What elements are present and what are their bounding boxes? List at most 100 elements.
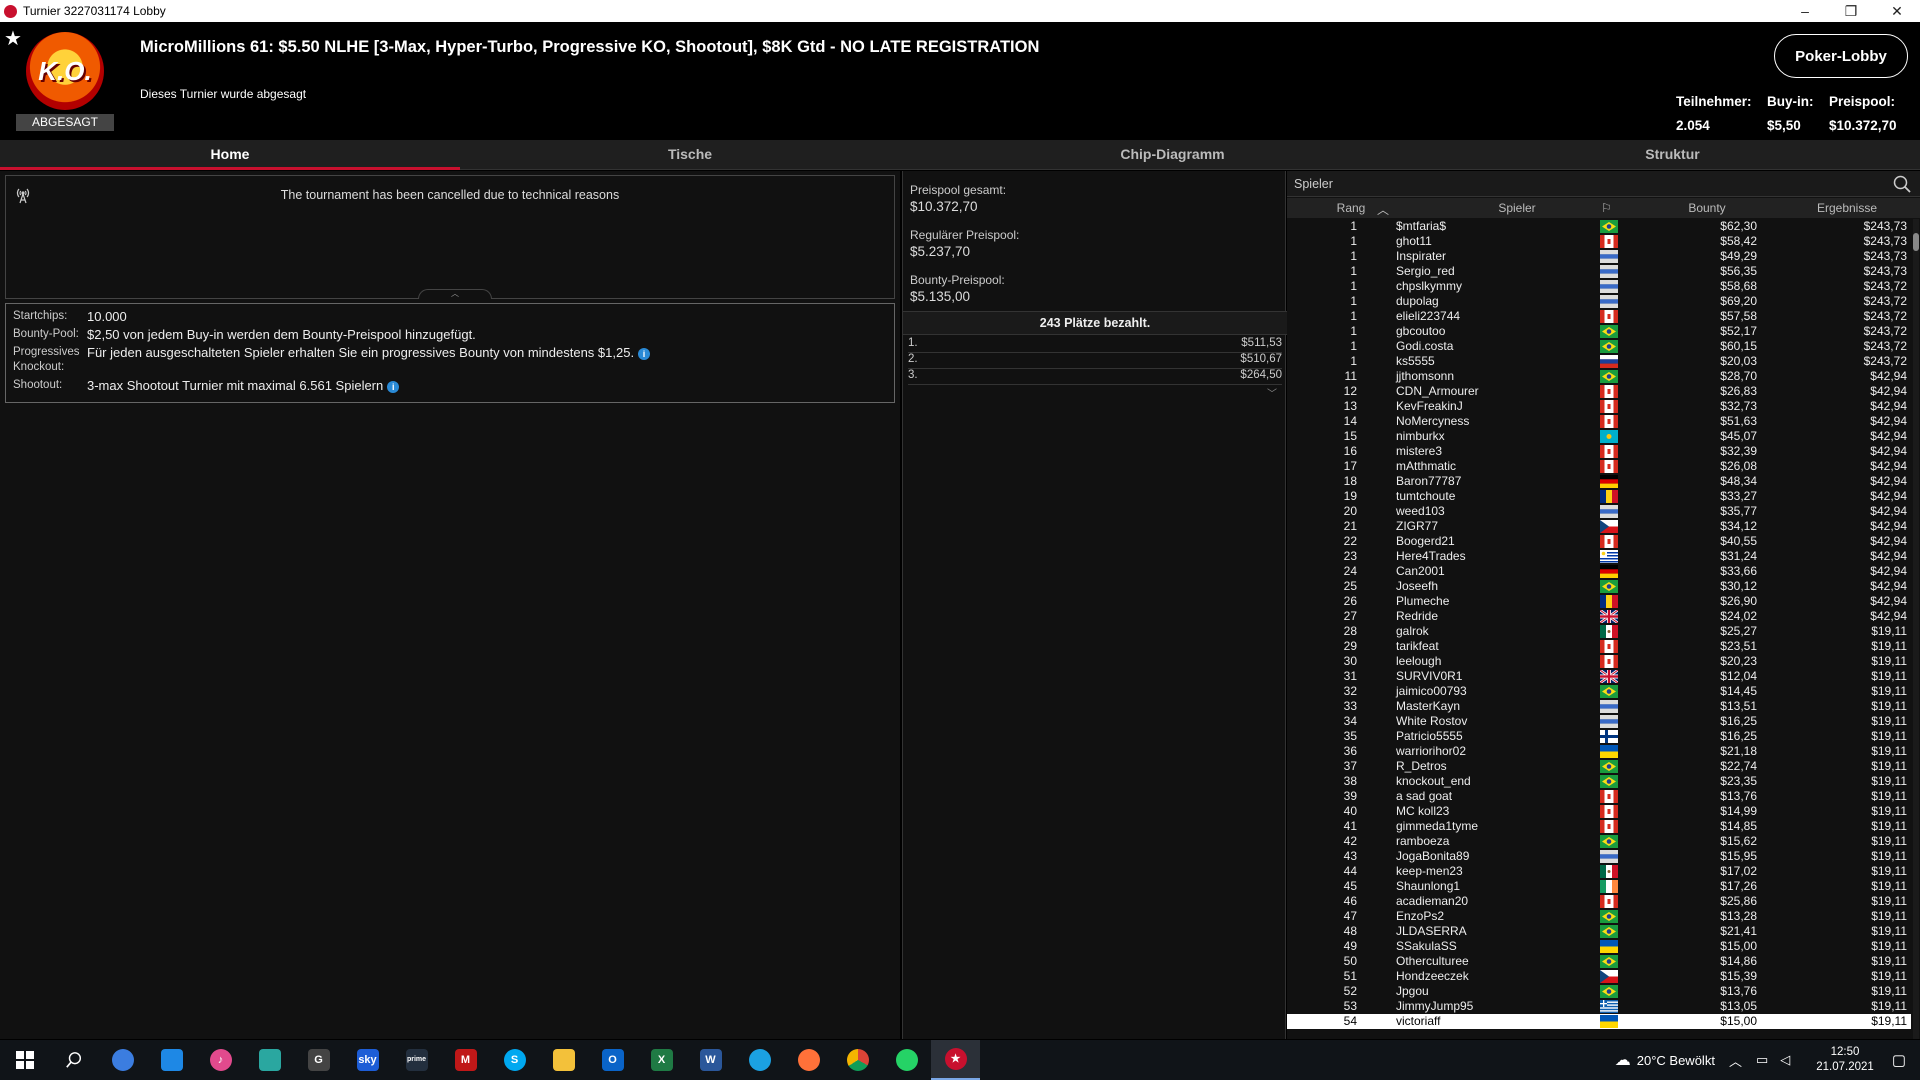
player-row[interactable]: 26 Plumeche $26,90 $42,94 bbox=[1287, 594, 1911, 609]
firefox-icon[interactable] bbox=[784, 1040, 833, 1080]
onedrive-icon[interactable] bbox=[147, 1040, 196, 1080]
cortana-icon[interactable] bbox=[98, 1040, 147, 1080]
player-row[interactable]: 44 keep-men23 $17,02 $19,11 bbox=[1287, 864, 1911, 879]
player-row[interactable]: 14 NoMercyness $51,63 $42,94 bbox=[1287, 414, 1911, 429]
mcafee-icon[interactable]: M bbox=[441, 1040, 490, 1080]
players-scroll-thumb[interactable] bbox=[1913, 233, 1919, 251]
player-row[interactable]: 21 ZIGR77 $34,12 $42,94 bbox=[1287, 519, 1911, 534]
player-row[interactable]: 1 elieli223744 $57,58 $243,72 bbox=[1287, 309, 1911, 324]
info-icon[interactable]: i bbox=[387, 380, 400, 393]
itunes-icon[interactable]: ♪ bbox=[196, 1040, 245, 1080]
player-row[interactable]: 15 nimburkx $45,07 $42,94 bbox=[1287, 429, 1911, 444]
player-row[interactable]: 40 MC koll23 $14,99 $19,11 bbox=[1287, 804, 1911, 819]
whatsapp-icon[interactable] bbox=[882, 1040, 931, 1080]
edge-icon[interactable] bbox=[735, 1040, 784, 1080]
player-row[interactable]: 11 jjthomsonn $28,70 $42,94 bbox=[1287, 369, 1911, 384]
player-row[interactable]: 30 leelough $20,23 $19,11 bbox=[1287, 654, 1911, 669]
player-row[interactable]: 34 White Rostov $16,25 $19,11 bbox=[1287, 714, 1911, 729]
player-row[interactable]: 12 CDN_Armourer $26,83 $42,94 bbox=[1287, 384, 1911, 399]
poker-lobby-button[interactable]: Poker-Lobby bbox=[1774, 34, 1908, 78]
speaker-icon[interactable]: ◁ bbox=[1780, 1052, 1790, 1068]
close-button[interactable]: ✕ bbox=[1874, 3, 1920, 20]
player-row[interactable]: 46 acadieman20 $25,86 $19,11 bbox=[1287, 894, 1911, 909]
player-row[interactable]: 35 Patricio5555 $16,25 $19,11 bbox=[1287, 729, 1911, 744]
tab-tables[interactable]: Tische bbox=[460, 140, 920, 170]
player-row[interactable]: 19 tumtchoute $33,27 $42,94 bbox=[1287, 489, 1911, 504]
tray-chevron-icon[interactable]: ︿ bbox=[1729, 1051, 1742, 1070]
weather-text[interactable]: 20°C Bewölkt bbox=[1637, 1053, 1715, 1068]
outlook-icon[interactable]: O bbox=[588, 1040, 637, 1080]
player-row[interactable]: 47 EnzoPs2 $13,28 $19,11 bbox=[1287, 909, 1911, 924]
player-row[interactable]: 53 JimmyJump95 $13,05 $19,11 bbox=[1287, 999, 1911, 1014]
gog-icon[interactable]: G bbox=[294, 1040, 343, 1080]
player-row[interactable]: 51 Hondzeeczek $15,39 $19,11 bbox=[1287, 969, 1911, 984]
minimize-button[interactable]: – bbox=[1782, 3, 1828, 20]
collapse-toggle[interactable]: ︿ bbox=[418, 289, 492, 299]
player-row[interactable]: 1 Sergio_red $56,35 $243,73 bbox=[1287, 264, 1911, 279]
prime-video-icon[interactable]: prime bbox=[392, 1040, 441, 1080]
player-row[interactable]: 43 JogaBonita89 $15,95 $19,11 bbox=[1287, 849, 1911, 864]
player-row[interactable]: 23 Here4Trades $31,24 $42,94 bbox=[1287, 549, 1911, 564]
player-row[interactable]: 1 ks5555 $20,03 $243,72 bbox=[1287, 354, 1911, 369]
info-icon[interactable]: i bbox=[638, 347, 651, 360]
taskbar-search-icon[interactable] bbox=[49, 1040, 98, 1080]
player-row[interactable]: 28 galrok $25,27 $19,11 bbox=[1287, 624, 1911, 639]
excel-icon[interactable]: X bbox=[637, 1040, 686, 1080]
expand-payouts-icon[interactable]: ﹀ bbox=[1267, 385, 1277, 400]
col-bounty-header[interactable]: Bounty bbox=[1657, 201, 1757, 215]
player-row[interactable]: 1 $mtfaria$ $62,30 $243,73 bbox=[1287, 219, 1911, 234]
word-icon[interactable]: W bbox=[686, 1040, 735, 1080]
player-row[interactable]: 27 Redride $24,02 $42,94 bbox=[1287, 609, 1911, 624]
col-rank-header[interactable]: Rang bbox=[1321, 201, 1381, 215]
player-row[interactable]: 39 a sad goat $13,76 $19,11 bbox=[1287, 789, 1911, 804]
player-row[interactable]: 36 warriorihor02 $21,18 $19,11 bbox=[1287, 744, 1911, 759]
player-row[interactable]: 50 Otherculturee $14,86 $19,11 bbox=[1287, 954, 1911, 969]
edge-dev-icon[interactable] bbox=[245, 1040, 294, 1080]
player-row[interactable]: 29 tarikfeat $23,51 $19,11 bbox=[1287, 639, 1911, 654]
player-row[interactable]: 32 jaimico00793 $14,45 $19,11 bbox=[1287, 684, 1911, 699]
skype-icon[interactable]: S bbox=[490, 1040, 539, 1080]
tab-structure[interactable]: Struktur bbox=[1425, 140, 1920, 170]
player-row[interactable]: 54 victoriaff $15,00 $19,11 bbox=[1287, 1014, 1911, 1029]
player-row[interactable]: 18 Baron77787 $48,34 $42,94 bbox=[1287, 474, 1911, 489]
player-row[interactable]: 49 SSakulaSS $15,00 $19,11 bbox=[1287, 939, 1911, 954]
network-icon[interactable]: ▭ bbox=[1756, 1052, 1768, 1068]
players-scrollbar[interactable] bbox=[1913, 219, 1919, 1039]
player-row[interactable]: 24 Can2001 $33,66 $42,94 bbox=[1287, 564, 1911, 579]
player-row[interactable]: 22 Boogerd21 $40,55 $42,94 bbox=[1287, 534, 1911, 549]
player-row[interactable]: 42 ramboeza $15,62 $19,11 bbox=[1287, 834, 1911, 849]
sky-icon[interactable]: sky bbox=[343, 1040, 392, 1080]
player-row[interactable]: 31 SURVIV0R1 $12,04 $19,11 bbox=[1287, 669, 1911, 684]
search-icon[interactable] bbox=[1892, 174, 1912, 194]
player-row[interactable]: 16 mistere3 $32,39 $42,94 bbox=[1287, 444, 1911, 459]
notifications-icon[interactable]: ▢ bbox=[1892, 1051, 1906, 1069]
player-row[interactable]: 20 weed103 $35,77 $42,94 bbox=[1287, 504, 1911, 519]
clock[interactable]: 12:50 21.07.2021 bbox=[1816, 1045, 1874, 1075]
flag-column-icon[interactable]: ⚐ bbox=[1601, 201, 1612, 215]
player-row[interactable]: 25 Joseefh $30,12 $42,94 bbox=[1287, 579, 1911, 594]
player-row[interactable]: 1 Godi.costa $60,15 $243,72 bbox=[1287, 339, 1911, 354]
start-button[interactable] bbox=[0, 1040, 49, 1080]
player-row[interactable]: 1 gbcoutoo $52,17 $243,72 bbox=[1287, 324, 1911, 339]
favorite-star-icon[interactable]: ★ bbox=[4, 26, 22, 51]
player-row[interactable]: 1 Inspirater $49,29 $243,73 bbox=[1287, 249, 1911, 264]
col-results-header[interactable]: Ergebnisse bbox=[1797, 201, 1897, 215]
player-row[interactable]: 45 Shaunlong1 $17,26 $19,11 bbox=[1287, 879, 1911, 894]
player-row[interactable]: 1 chpslkymmy $58,68 $243,72 bbox=[1287, 279, 1911, 294]
player-row[interactable]: 38 knockout_end $23,35 $19,11 bbox=[1287, 774, 1911, 789]
player-row[interactable]: 17 mAtthmatic $26,08 $42,94 bbox=[1287, 459, 1911, 474]
player-row[interactable]: 33 MasterKayn $13,51 $19,11 bbox=[1287, 699, 1911, 714]
tab-chip-chart[interactable]: Chip-Diagramm bbox=[920, 140, 1425, 170]
pokerstars-taskbar-icon[interactable]: ★ bbox=[931, 1040, 980, 1080]
player-row[interactable]: 1 ghot11 $58,42 $243,73 bbox=[1287, 234, 1911, 249]
col-player-header[interactable]: Spieler bbox=[1467, 201, 1567, 215]
player-row[interactable]: 41 gimmeda1tyme $14,85 $19,11 bbox=[1287, 819, 1911, 834]
tab-home[interactable]: Home bbox=[0, 140, 460, 170]
chrome-icon[interactable] bbox=[833, 1040, 882, 1080]
restore-button[interactable]: ❐ bbox=[1828, 3, 1874, 20]
player-row[interactable]: 52 Jpgou $13,76 $19,11 bbox=[1287, 984, 1911, 999]
sort-asc-icon[interactable]: ︿ bbox=[1377, 201, 1389, 218]
file-explorer-icon[interactable] bbox=[539, 1040, 588, 1080]
player-row[interactable]: 13 KevFreakinJ $32,73 $42,94 bbox=[1287, 399, 1911, 414]
player-row[interactable]: 37 R_Detros $22,74 $19,11 bbox=[1287, 759, 1911, 774]
